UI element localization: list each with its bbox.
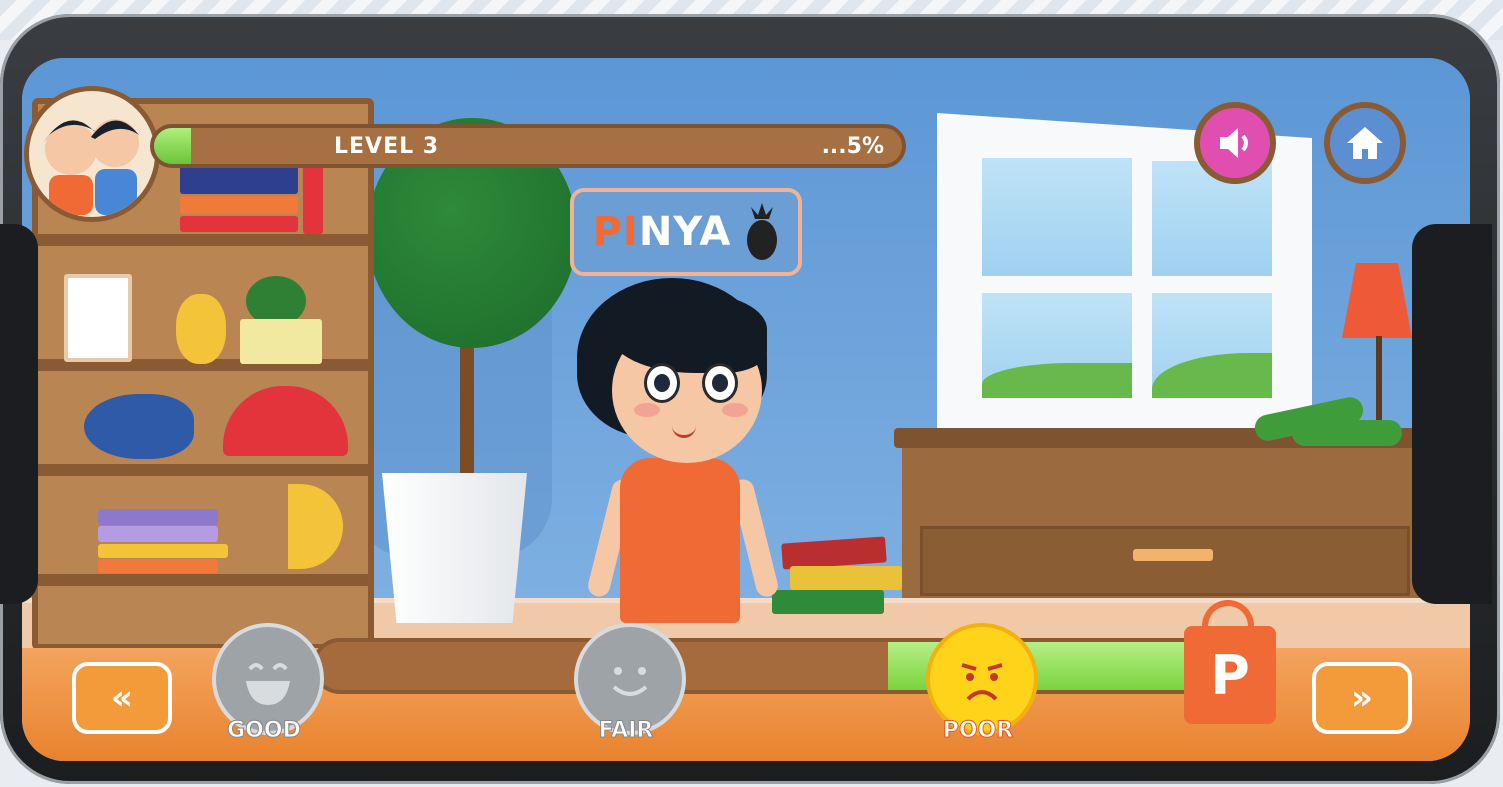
laughing-face-icon: [246, 663, 290, 705]
window-pane: [982, 158, 1132, 276]
home-icon: [1347, 127, 1383, 159]
pineapple-item: [176, 294, 226, 364]
level-progress-fill: [154, 128, 192, 164]
banana-item: [288, 484, 343, 569]
next-button[interactable]: »: [1312, 662, 1412, 734]
pineapple-icon: [747, 203, 778, 260]
speaker-icon: [1220, 128, 1248, 158]
drawer-handle: [1133, 549, 1213, 561]
book-item: [98, 526, 218, 542]
shelf-board: [38, 464, 368, 476]
book-item: [180, 216, 298, 232]
book-item: [98, 559, 218, 573]
word-card[interactable]: PINYA: [570, 188, 802, 276]
player-avatar[interactable]: [24, 86, 160, 222]
screenshot: LEVEL 3 ...5% PINYA « » GOOD FAIR POOR P: [0, 0, 1503, 787]
character-eye: [702, 363, 738, 403]
word-rest: NYA: [638, 209, 732, 255]
home-button[interactable]: [1324, 102, 1406, 184]
game-screen: LEVEL 3 ...5% PINYA « » GOOD FAIR POOR P: [22, 58, 1470, 761]
character-cheek: [634, 403, 660, 417]
book-item: [98, 544, 228, 558]
cactus-pot: [240, 319, 322, 364]
word-text: PINYA: [593, 209, 732, 255]
book-item: [772, 590, 884, 614]
book-item: [790, 566, 902, 590]
shelf-board: [38, 234, 368, 246]
lamp-pole: [1376, 336, 1382, 431]
poor-label: POOR: [942, 718, 1014, 744]
book-item: [98, 509, 218, 525]
picture-frame: [64, 274, 132, 362]
sound-button[interactable]: [1194, 102, 1276, 184]
level-label: LEVEL 3: [334, 134, 440, 159]
book-item: [180, 164, 298, 194]
character-dress: [620, 458, 740, 623]
rating-track: [312, 638, 1232, 694]
cucumber-item: [1292, 420, 1402, 446]
phone-frame: LEVEL 3 ...5% PINYA « » GOOD FAIR POOR P: [0, 14, 1500, 784]
whale-toy: [84, 394, 194, 459]
word-highlight: PI: [592, 209, 639, 255]
sad-face-icon: [961, 663, 1003, 701]
character-cheek: [722, 403, 748, 417]
phone-edge: [0, 224, 38, 604]
fan-item: [223, 386, 348, 456]
book-item: [180, 196, 298, 214]
level-progress-bar: LEVEL 3 ...5%: [150, 124, 906, 168]
smiling-face-icon: [612, 667, 648, 696]
kids-avatar-icon: [43, 119, 139, 215]
shopping-bag-button[interactable]: P: [1184, 626, 1276, 724]
phone-edge: [1412, 224, 1492, 604]
plant-pot: [382, 473, 527, 623]
shopping-bag-letter: P: [1210, 643, 1250, 707]
dresser: [894, 428, 1430, 608]
previous-button[interactable]: «: [72, 662, 172, 734]
shelf-board: [38, 574, 368, 586]
good-label: GOOD: [227, 718, 302, 744]
progress-percent: ...5%: [821, 134, 884, 159]
fair-label: FAIR: [598, 718, 654, 744]
dresser-drawer: [920, 526, 1410, 596]
book-item: [303, 164, 323, 234]
character-eye: [644, 363, 680, 403]
